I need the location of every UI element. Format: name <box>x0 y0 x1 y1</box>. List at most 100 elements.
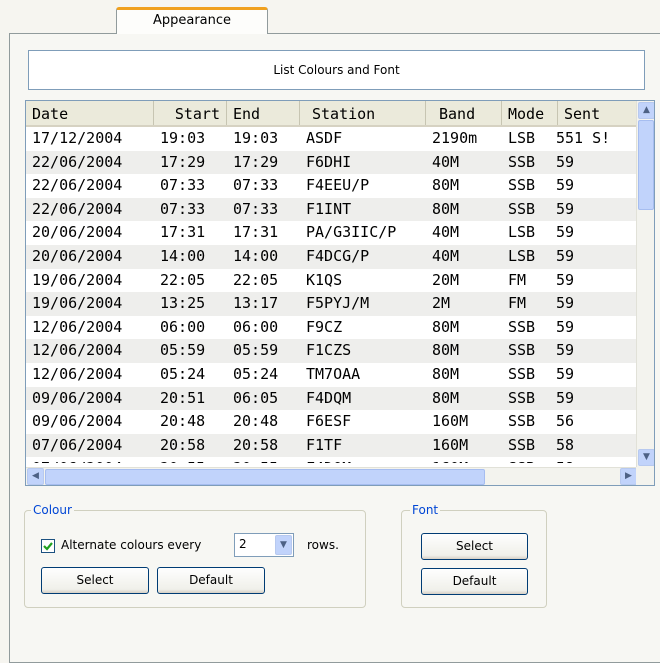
cell-end: 20:58 <box>233 435 279 454</box>
cell-station: K1QS <box>306 270 343 289</box>
scroll-right-icon[interactable]: ▶ <box>620 468 637 485</box>
table-row[interactable]: 22/06/2004 17:29 17:29 F6DHI 40M SSB 59 <box>26 150 638 175</box>
cell-date: 17/12/2004 <box>32 129 123 147</box>
cell-start: 05:24 <box>160 364 206 383</box>
cell-date: 12/06/2004 <box>32 364 123 383</box>
table-row[interactable]: 17/12/2004 19:03 19:03 ASDF 2190m LSB 551 S! <box>26 127 638 151</box>
cell-mode: SSB <box>508 341 536 360</box>
cell-sent: 59 <box>556 341 575 360</box>
list-colours-font-header: List Colours and Font <box>28 50 645 90</box>
table-row[interactable]: 22/06/2004 07:33 07:33 F4EEU/P 80M SSB 59 <box>26 174 638 198</box>
cell-sent: 59 <box>556 388 575 407</box>
colour-default-button[interactable]: Default <box>157 567 265 594</box>
cell-end: 19:03 <box>233 129 279 147</box>
cell-end: 17:29 <box>233 152 279 171</box>
table-row[interactable]: 12/06/2004 06:00 06:00 F9CZ 80M SSB 59 <box>26 316 638 340</box>
scroll-left-icon[interactable]: ◀ <box>27 468 44 485</box>
cell-station: F4DQM <box>306 388 352 407</box>
cell-date: 22/06/2004 <box>32 199 123 218</box>
column-header-mode[interactable]: Mode <box>502 101 558 125</box>
cell-band: 80M <box>432 388 460 407</box>
tab-appearance[interactable]: Appearance <box>116 7 268 34</box>
log-list-preview[interactable]: Date Start End Station Band Mode Sent 17… <box>25 100 655 486</box>
alternate-rows-combobox[interactable]: 2 ▼ <box>234 533 294 557</box>
cell-mode: SSB <box>508 435 536 454</box>
cell-end: 07:33 <box>233 176 279 195</box>
table-row[interactable]: 07/06/2004 20:58 20:58 F1TF 160M SSB 58 <box>26 433 638 458</box>
cell-end: 07:33 <box>233 199 279 218</box>
horizontal-scroll-thumb[interactable] <box>45 469 485 485</box>
cell-station: TM7OAA <box>306 364 361 383</box>
column-header-band[interactable]: Band <box>426 101 502 125</box>
cell-sent: 59 <box>556 152 575 171</box>
horizontal-scrollbar[interactable]: ◀ ▶ <box>26 467 654 485</box>
column-header-date[interactable]: Date <box>26 101 154 125</box>
cell-start: 07:33 <box>160 199 206 218</box>
cell-end: 06:05 <box>233 388 279 407</box>
alternate-colours-checkbox[interactable] <box>41 539 55 553</box>
cell-date: 19/06/2004 <box>32 294 123 313</box>
cell-sent: 59 <box>556 317 575 336</box>
cell-mode: LSB <box>508 246 536 265</box>
cell-band: 160M <box>432 457 468 463</box>
cell-end: 17:31 <box>233 223 279 242</box>
vertical-scroll-thumb[interactable] <box>638 120 654 210</box>
table-row[interactable]: 22/06/2004 07:33 07:33 F1INT 80M SSB 59 <box>26 197 638 222</box>
cell-band: 40M <box>432 246 460 265</box>
cell-sent: 59 <box>556 199 575 218</box>
vertical-scrollbar[interactable]: ▲ ▼ <box>636 101 654 467</box>
table-row[interactable]: 19/06/2004 22:05 22:05 K1QS 20M FM 59 <box>26 269 638 293</box>
cell-station: PA/G3IIC/P <box>306 223 397 242</box>
cell-mode: SSB <box>508 199 536 218</box>
column-header-end[interactable]: End <box>227 101 300 125</box>
cell-mode: FM <box>508 294 527 313</box>
cell-band: 160M <box>432 412 469 431</box>
cell-date: 20/06/2004 <box>32 246 123 265</box>
table-row[interactable]: 19/06/2004 13:25 13:17 F5PYJ/M 2M FM 59 <box>26 292 638 316</box>
table-row[interactable]: 20/06/2004 14:00 14:00 F4DCG/P 40M LSB 59 <box>26 244 638 269</box>
cell-station: F6ESF <box>306 412 352 431</box>
list-rows: 17/12/2004 19:03 19:03 ASDF 2190m LSB 551 S! 22… <box>26 127 638 463</box>
cell-band: 80M <box>432 317 460 336</box>
cell-start: 20:48 <box>160 412 206 431</box>
cell-end: 22:05 <box>233 270 279 289</box>
cell-sent: 56 <box>556 412 575 431</box>
colour-legend: Colour <box>31 503 74 517</box>
cell-mode: LSB <box>508 223 536 242</box>
cell-date: 20/06/2004 <box>32 223 123 242</box>
table-row[interactable]: 12/06/2004 05:24 05:24 TM7OAA 80M SSB 59 <box>26 363 638 387</box>
column-header-station[interactable]: Station <box>300 101 426 125</box>
rows-suffix-label: rows. <box>307 538 339 552</box>
cell-sent: 59 <box>556 246 575 265</box>
cell-station: F4DCG/P <box>306 246 370 265</box>
cell-station: F5PYJ/M <box>306 294 370 313</box>
cell-start: 17:31 <box>160 223 206 242</box>
cell-end: 14:00 <box>233 246 279 265</box>
scroll-corner <box>636 467 654 485</box>
table-row[interactable]: 09/06/2004 20:51 06:05 F4DQM 80M SSB 59 <box>26 386 638 411</box>
cell-mode: SSB <box>508 388 536 407</box>
cell-start: 22:05 <box>160 270 206 289</box>
table-row[interactable]: 09/06/2004 20:48 20:48 F6ESF 160M SSB 56 <box>26 410 638 434</box>
column-header-sent[interactable]: Sent <box>558 101 638 125</box>
colour-group: Colour Alternate colours every 2 ▼ rows.… <box>24 503 366 608</box>
cell-start: 20:55 <box>160 457 205 463</box>
table-row[interactable]: 07/06/2004 20:55 20:55 F4DQM 160M SSB 58 <box>26 457 638 463</box>
cell-start: 14:00 <box>160 246 206 265</box>
cell-band: 2190m <box>432 129 478 147</box>
cell-date: 12/06/2004 <box>32 317 123 336</box>
column-header-start[interactable]: Start <box>154 101 227 125</box>
cell-sent: 59 <box>556 294 575 313</box>
chevron-down-icon[interactable]: ▼ <box>275 535 292 555</box>
scroll-up-icon[interactable]: ▲ <box>638 102 654 119</box>
colour-select-button[interactable]: Select <box>41 567 149 594</box>
scroll-down-icon[interactable]: ▼ <box>638 449 654 466</box>
cell-mode: SSB <box>508 176 536 195</box>
cell-band: 40M <box>432 152 460 171</box>
cell-sent: 59 <box>556 223 575 242</box>
font-select-button[interactable]: Select <box>421 533 528 560</box>
table-row[interactable]: 12/06/2004 05:59 05:59 F1CZS 80M SSB 59 <box>26 339 638 363</box>
cell-mode: SSB <box>508 457 535 463</box>
table-row[interactable]: 20/06/2004 17:31 17:31 PA/G3IIC/P 40M LSB 59 <box>26 221 638 245</box>
font-default-button[interactable]: Default <box>421 568 528 595</box>
